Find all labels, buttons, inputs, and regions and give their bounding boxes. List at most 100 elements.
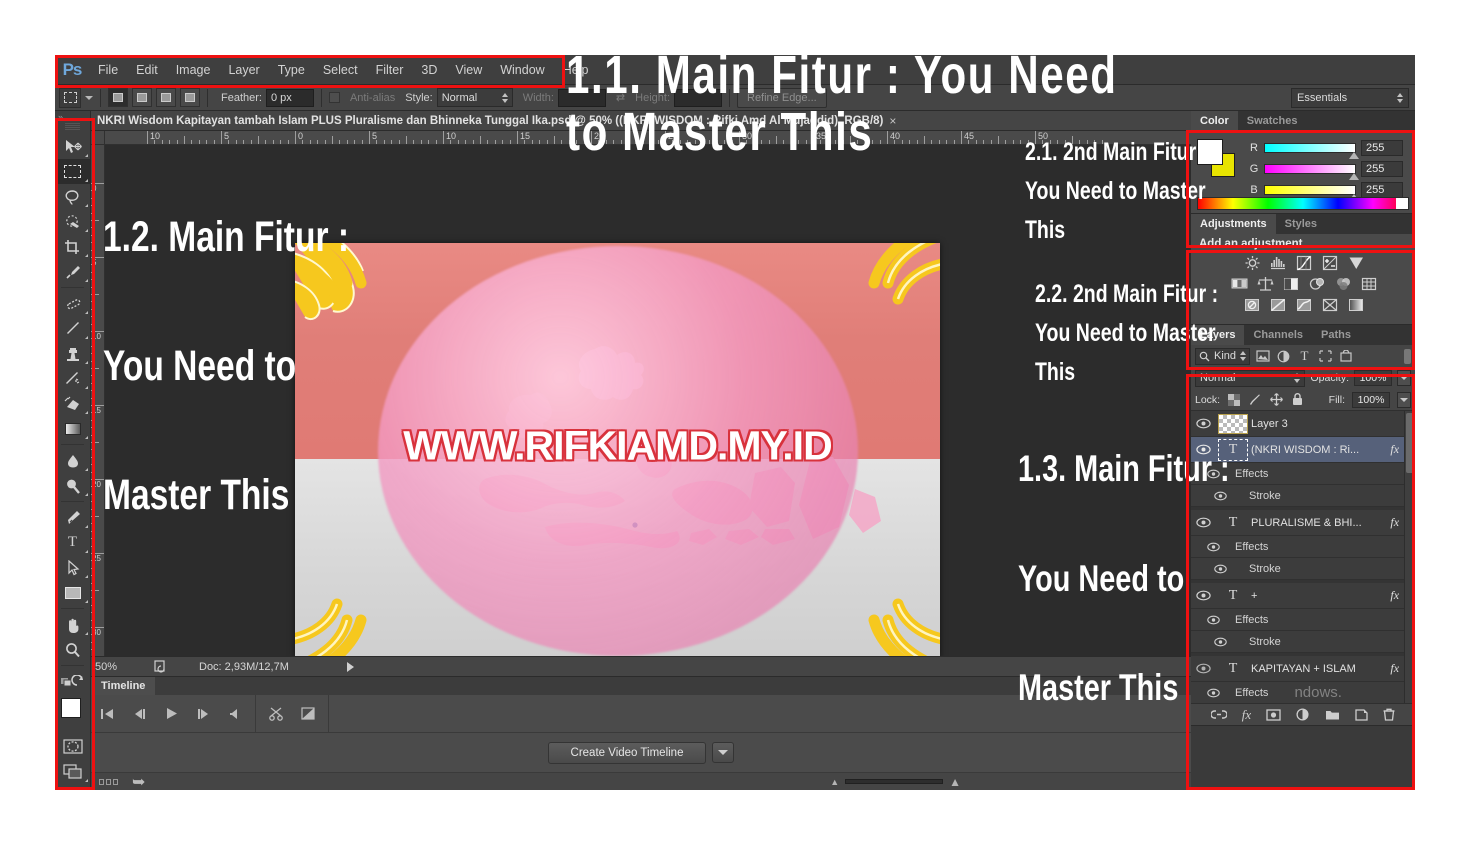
tools-drag-handle[interactable] — [65, 123, 80, 131]
go-to-first-frame-button[interactable] — [91, 695, 123, 733]
selective-color-icon[interactable] — [1320, 296, 1340, 314]
tool-preset-chevron-down-icon[interactable] — [85, 95, 93, 100]
color-lookup-icon[interactable] — [1359, 275, 1379, 293]
frame-view-icon[interactable] — [99, 778, 118, 785]
effects-label[interactable]: Effects — [1235, 541, 1268, 553]
new-selection-button[interactable] — [108, 88, 128, 107]
quick-mask-icon[interactable] — [55, 734, 90, 759]
clone-stamp-tool-icon[interactable] — [55, 341, 90, 366]
color-swatches[interactable] — [61, 698, 92, 732]
layer-visibility-icon[interactable] — [1191, 418, 1215, 429]
channel-mixer-icon[interactable] — [1333, 275, 1353, 293]
channel-value-g[interactable]: 255 — [1361, 160, 1403, 177]
menu-layer[interactable]: Layer — [219, 55, 268, 85]
color-spectrum-ramp[interactable] — [1197, 197, 1409, 210]
next-frame-button[interactable] — [187, 695, 219, 733]
opacity-value[interactable]: 100% — [1354, 370, 1392, 386]
vibrance-icon[interactable] — [1346, 254, 1366, 272]
tab-channels[interactable]: Channels — [1244, 325, 1312, 345]
edit-toolbar-and-rotate-view-icons[interactable] — [55, 669, 90, 694]
workspace-select[interactable]: Essentials — [1291, 88, 1409, 108]
fill-chevron-down-icon[interactable] — [1397, 391, 1411, 408]
rectangle-tool-icon[interactable] — [55, 580, 90, 605]
menu-edit[interactable]: Edit — [127, 55, 167, 85]
layer-effects-fx-icon[interactable]: fx — [1390, 515, 1403, 530]
gradient-tool-icon[interactable] — [55, 416, 90, 441]
previous-frame-button[interactable] — [123, 695, 155, 733]
split-at-playhead-button[interactable] — [260, 695, 292, 733]
channel-value-r[interactable]: 255 — [1361, 139, 1403, 156]
brush-tool-icon[interactable] — [55, 316, 90, 341]
filter-toggle-switch[interactable] — [1404, 348, 1411, 364]
layer-effects-fx-icon[interactable]: fx — [1390, 661, 1403, 676]
gradient-map-icon[interactable] — [1346, 296, 1366, 314]
layer-name[interactable]: (NKRI WISDOM : Ri... — [1251, 444, 1390, 456]
spectrum-white-swatch[interactable] — [1396, 198, 1408, 209]
shape-filter-icon[interactable] — [1317, 348, 1334, 365]
crop-tool-icon[interactable] — [55, 234, 90, 259]
smart-object-filter-icon[interactable] — [1338, 348, 1355, 365]
channel-slider-r[interactable] — [1264, 142, 1359, 159]
menu-3d[interactable]: 3D — [412, 55, 446, 85]
create-timeline-chevron-down-icon[interactable] — [712, 742, 735, 763]
new-group-icon[interactable] — [1325, 709, 1340, 721]
transition-button[interactable] — [292, 695, 324, 733]
hue-saturation-icon[interactable] — [1229, 275, 1249, 293]
pen-tool-icon[interactable] — [55, 505, 90, 530]
channel-slider-b[interactable] — [1264, 184, 1359, 201]
effects-label[interactable]: Effects — [1235, 687, 1268, 699]
hand-tool-icon[interactable] — [55, 612, 90, 637]
document-thumbnail-icon[interactable] — [143, 660, 177, 673]
subtract-from-selection-button[interactable] — [156, 88, 176, 107]
create-video-timeline-button[interactable]: Create Video Timeline — [547, 741, 707, 764]
tab-styles[interactable]: Styles — [1276, 214, 1326, 234]
screen-mode-icon[interactable] — [55, 759, 90, 784]
path-selection-tool-icon[interactable] — [55, 555, 90, 580]
curves-icon[interactable] — [1294, 254, 1314, 272]
layer-thumbnail[interactable] — [1215, 413, 1251, 434]
lock-transparent-icon[interactable] — [1227, 393, 1241, 407]
black-white-icon[interactable] — [1281, 275, 1301, 293]
color-balance-icon[interactable] — [1255, 275, 1275, 293]
layer-name[interactable]: Layer 3 — [1251, 418, 1415, 430]
brightness-contrast-icon[interactable] — [1242, 254, 1262, 272]
history-brush-tool-icon[interactable] — [55, 366, 90, 391]
dodge-tool-icon[interactable] — [55, 473, 90, 498]
menu-filter[interactable]: Filter — [367, 55, 413, 85]
add-to-selection-button[interactable] — [132, 88, 152, 107]
slider-knob-icon[interactable] — [1349, 172, 1359, 180]
layer-name[interactable]: + — [1251, 590, 1390, 602]
lock-image-icon[interactable] — [1248, 393, 1262, 407]
document-artboard[interactable]: WWW.RIFKIAMD.MY.ID — [295, 243, 940, 656]
zoom-slider-track[interactable] — [845, 779, 944, 784]
intersect-selection-button[interactable] — [180, 88, 200, 107]
opacity-chevron-down-icon[interactable] — [1397, 370, 1411, 386]
layer-effects-fx-icon[interactable]: fx — [1390, 442, 1403, 457]
zoom-in-icon[interactable]: ▲ — [949, 775, 961, 789]
quick-selection-tool-icon[interactable] — [55, 209, 90, 234]
stroke-label[interactable]: Stroke — [1249, 490, 1281, 502]
lock-all-icon[interactable] — [1290, 393, 1304, 407]
tab-swatches[interactable]: Swatches — [1238, 111, 1307, 131]
play-button[interactable] — [155, 695, 187, 733]
tab-timeline[interactable]: Timeline — [91, 677, 156, 695]
feather-input[interactable]: 0 px — [265, 88, 314, 107]
anti-alias-checkbox[interactable] — [328, 92, 340, 103]
layer-style-icon[interactable]: fx — [1242, 707, 1251, 723]
effects-label[interactable]: Effects — [1235, 614, 1268, 626]
zoom-out-icon[interactable]: ▲ — [830, 777, 839, 787]
convert-to-frame-animation-icon[interactable]: ➥ — [132, 772, 145, 791]
type-filter-icon[interactable]: T — [1296, 348, 1313, 365]
scrollbar-thumb[interactable] — [1406, 413, 1414, 473]
posterize-icon[interactable] — [1268, 296, 1288, 314]
status-menu-arrow-icon[interactable] — [346, 661, 354, 672]
tab-paths[interactable]: Paths — [1312, 325, 1360, 345]
pixel-filter-icon[interactable] — [1254, 348, 1271, 365]
zoom-level-input[interactable]: 50% — [91, 661, 143, 673]
delete-layer-icon[interactable] — [1383, 708, 1395, 721]
menu-image[interactable]: Image — [167, 55, 220, 85]
stroke-label[interactable]: Stroke — [1249, 636, 1281, 648]
rectangular-marquee-tool-icon[interactable] — [55, 159, 90, 184]
menu-window[interactable]: Window — [491, 55, 553, 85]
active-tool-preset-icon[interactable] — [59, 87, 81, 108]
